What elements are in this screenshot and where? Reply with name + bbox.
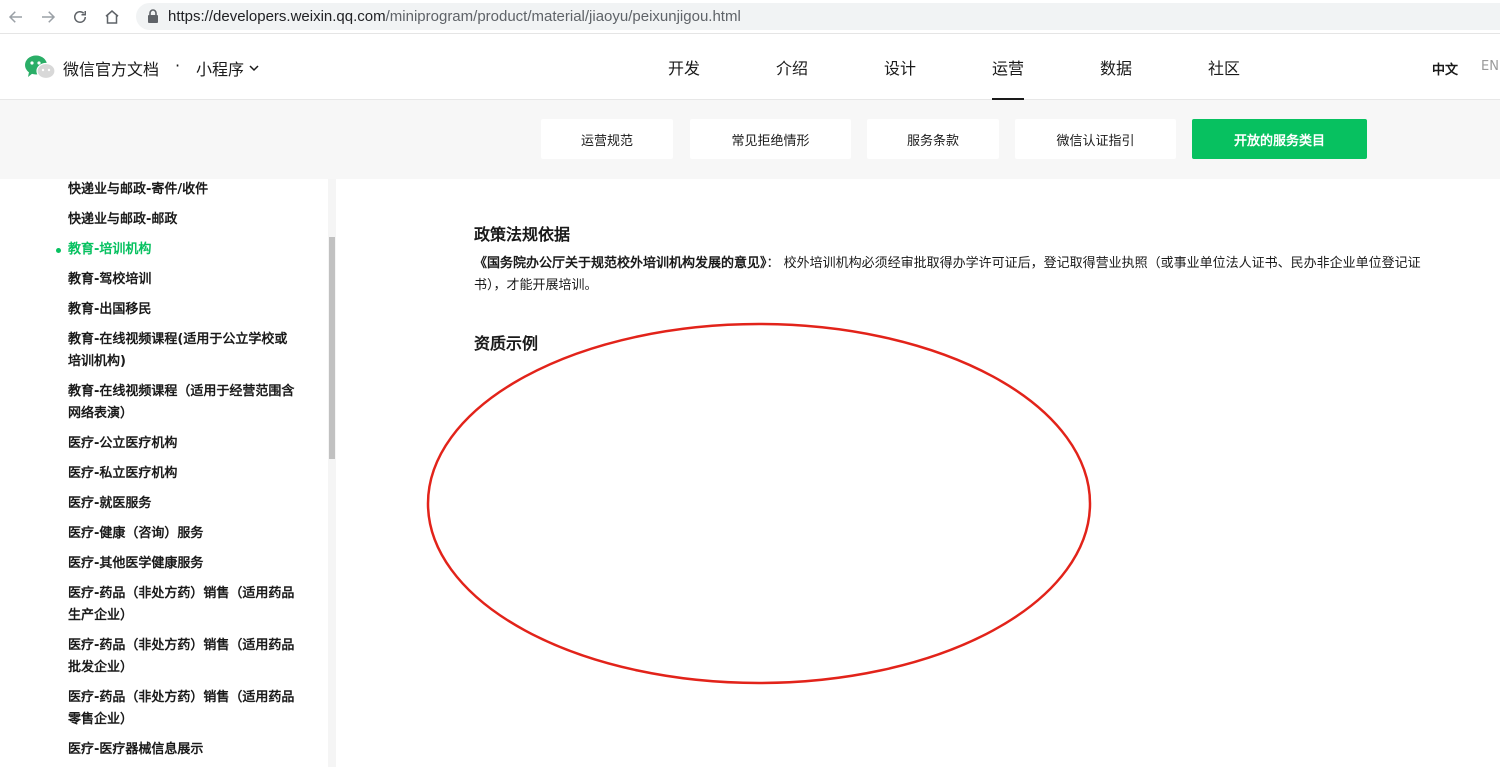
- lang-zh-button[interactable]: 中文: [1432, 59, 1458, 78]
- nav-item-operation[interactable]: 运营: [954, 34, 1062, 100]
- header-separator: ·: [175, 56, 181, 75]
- sidebar-item-edu-online-video-performance[interactable]: 教育-在线视频课程（适用于经营范围含网络表演）: [68, 381, 298, 425]
- sidebar-item-med-public[interactable]: 医疗-公立医疗机构: [68, 433, 298, 455]
- product-switcher[interactable]: 小程序: [196, 56, 260, 80]
- reload-icon[interactable]: [69, 6, 91, 28]
- nav-item-data[interactable]: 数据: [1062, 34, 1170, 100]
- sidebar-item-med-private[interactable]: 医疗-私立医疗机构: [68, 463, 298, 485]
- address-bar[interactable]: https://developers.weixin.qq.com/minipro…: [136, 3, 1500, 30]
- subnav-common-rejections[interactable]: 常见拒绝情形: [690, 119, 851, 159]
- active-indicator-dot: [56, 248, 61, 253]
- forward-icon[interactable]: [37, 6, 59, 28]
- sidebar: 快递业与邮政-寄件/收件 快递业与邮政-邮政 教育-培训机构 教育-驾校培训 教…: [0, 179, 328, 767]
- sub-nav: 运营规范 常见拒绝情形 服务条款 微信认证指引 开放的服务类目: [0, 100, 1500, 179]
- sidebar-item-edu-driving[interactable]: 教育-驾校培训: [68, 269, 298, 291]
- sidebar-item-med-drug-wholesale[interactable]: 医疗-药品（非处方药）销售（适用药品批发企业）: [68, 635, 298, 679]
- nav-item-design[interactable]: 设计: [846, 34, 954, 100]
- url-text: https://developers.weixin.qq.com/minipro…: [168, 8, 741, 25]
- sidebar-item-med-drug-retail[interactable]: 医疗-药品（非处方药）销售（适用药品零售企业）: [68, 687, 298, 731]
- product-label: 小程序: [196, 60, 245, 79]
- chevron-down-icon: [249, 65, 259, 72]
- sidebar-item-med-device-info[interactable]: 医疗-医疗器械信息展示: [68, 739, 298, 761]
- sidebar-item-edu-online-video-school[interactable]: 教育-在线视频课程(适用于公立学校或培训机构): [68, 329, 298, 373]
- wechat-logo-icon[interactable]: [24, 54, 56, 80]
- back-icon[interactable]: [5, 6, 27, 28]
- sidebar-item-med-health-consult[interactable]: 医疗-健康（咨询）服务: [68, 523, 298, 545]
- home-icon[interactable]: [101, 6, 123, 28]
- sidebar-item-express-send[interactable]: 快递业与邮政-寄件/收件: [68, 179, 298, 201]
- subnav-operation-rules[interactable]: 运营规范: [541, 119, 673, 159]
- policy-paragraph: 《国务院办公厅关于规范校外培训机构发展的意见》： 校外培训机构必须经审批取得办学…: [474, 253, 1432, 297]
- nav-item-community[interactable]: 社区: [1170, 34, 1278, 100]
- sidebar-item-edu-immigration[interactable]: 教育-出国移民: [68, 299, 298, 321]
- sidebar-item-med-other-health[interactable]: 医疗-其他医学健康服务: [68, 553, 298, 575]
- subnav-open-categories[interactable]: 开放的服务类目: [1192, 119, 1367, 159]
- main-nav: 开发 介绍 设计 运营 数据 社区: [630, 34, 1278, 100]
- url-host: https://developers.weixin.qq.com: [168, 8, 386, 25]
- policy-document-title: 《国务院办公厅关于规范校外培训机构发展的意见》: [474, 256, 767, 271]
- nav-item-develop[interactable]: 开发: [630, 34, 738, 100]
- site-header: 微信官方文档 · 小程序 开发 介绍 设计 运营 数据 社区 中文 EN: [0, 34, 1500, 100]
- subnav-terms-of-service[interactable]: 服务条款: [867, 119, 999, 159]
- sidebar-item-edu-training[interactable]: 教育-培训机构: [68, 239, 298, 261]
- site-name[interactable]: 微信官方文档: [63, 56, 159, 80]
- sidebar-scrollbar-thumb[interactable]: [329, 237, 335, 459]
- lang-en-button[interactable]: EN: [1481, 59, 1499, 74]
- sidebar-item-med-service[interactable]: 医疗-就医服务: [68, 493, 298, 515]
- policy-section-title: 政策法规依据: [474, 225, 571, 244]
- red-annotation-ellipse: [426, 322, 1092, 685]
- subnav-wechat-verification[interactable]: 微信认证指引: [1015, 119, 1176, 159]
- browser-toolbar: https://developers.weixin.qq.com/minipro…: [0, 0, 1500, 34]
- sidebar-item-med-drug-manufacturer[interactable]: 医疗-药品（非处方药）销售（适用药品生产企业）: [68, 583, 298, 627]
- sidebar-item-express-postal[interactable]: 快递业与邮政-邮政: [68, 209, 298, 231]
- lock-icon: [148, 9, 158, 23]
- url-path: /miniprogram/product/material/jiaoyu/pei…: [385, 8, 741, 25]
- nav-item-intro[interactable]: 介绍: [738, 34, 846, 100]
